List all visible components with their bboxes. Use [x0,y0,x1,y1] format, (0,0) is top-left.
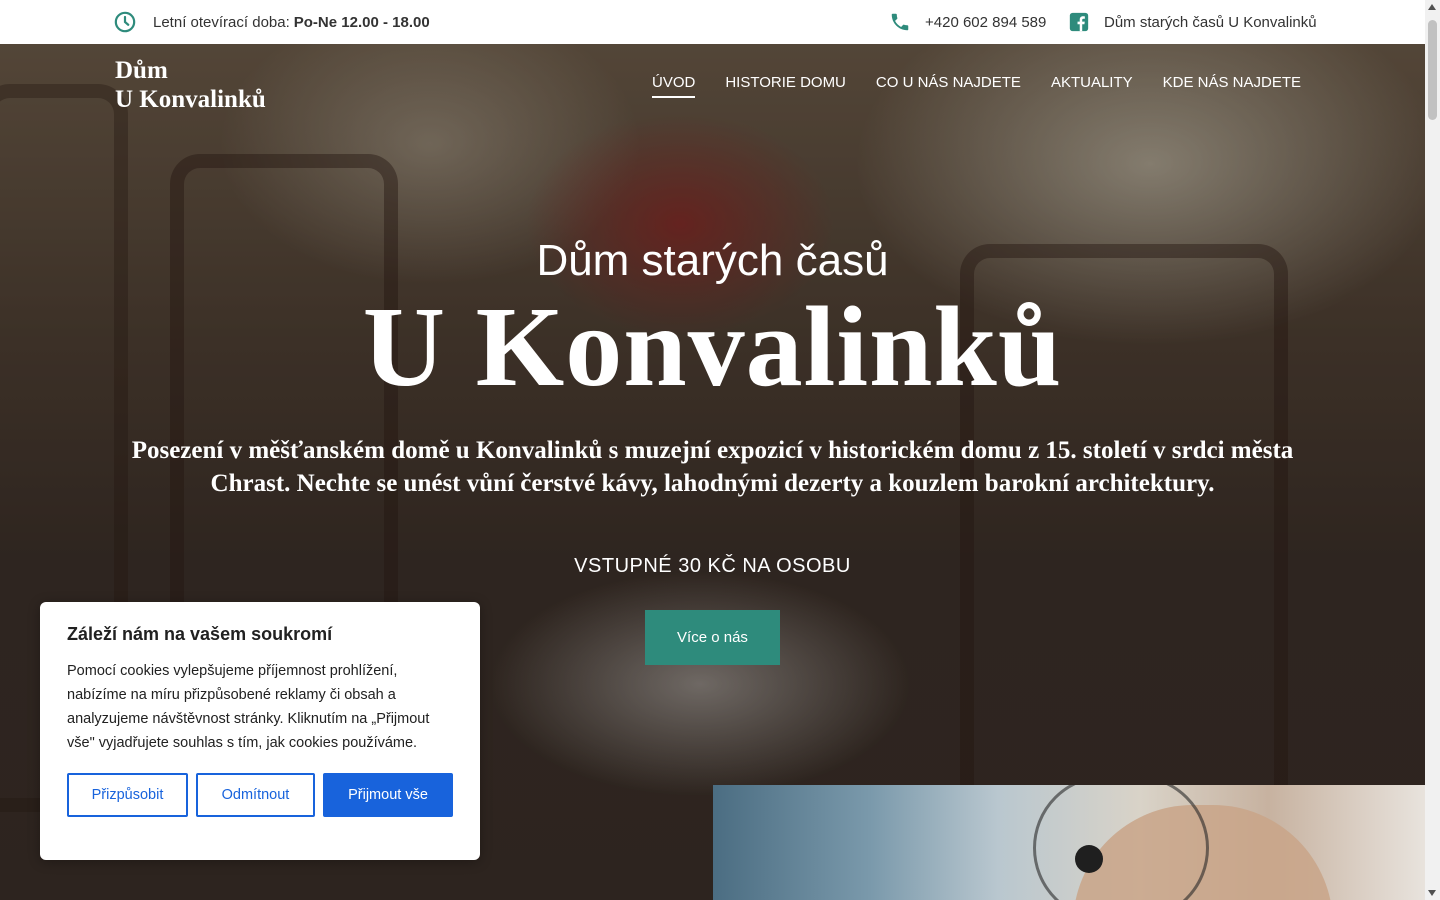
coffee-press-image [713,785,1425,900]
opening-hours-label: Letní otevírací doba: [153,13,290,31]
hero-subtitle: Dům starých časů [536,236,889,285]
cookie-reject-button[interactable]: Odmítnout [196,773,315,817]
opening-hours-value: Po-Ne 12.00 - 18.00 [293,13,430,31]
cookie-customize-button[interactable]: Přizpůsobit [67,773,188,817]
nav-item-historie-domu[interactable]: HISTORIE DOMU [725,74,846,98]
facebook-icon [1069,12,1089,32]
logo-line-2: U Konvalinků [115,86,266,113]
cookie-accept-all-button[interactable]: Přijmout vše [323,773,453,817]
cookie-title: Záleží nám na vašem soukromí [67,624,333,644]
hero-title: U Konvalinků [362,283,1063,410]
main-nav: ÚVOD HISTORIE DOMU CO U NÁS NAJDETE AKTU… [651,74,1301,98]
admission-price: VSTUPNÉ 30 KČ NA OSOBU [574,555,851,577]
logo-line-1: Dům [115,57,168,84]
scroll-up-arrow-icon[interactable] [1428,4,1436,10]
nav-item-uvod[interactable]: ÚVOD [651,74,696,98]
site-logo[interactable]: Dům U Konvalinků [115,56,266,114]
nav-item-kde-nas-najdete[interactable]: KDE NÁS NAJDETE [1163,74,1301,98]
french-press-shape [1033,785,1209,900]
opening-hours: Letní otevírací doba: Po-Ne 12.00 - 18.0… [114,0,430,44]
cookie-consent-dialog: Záleží nám na vašem soukromí Pomocí cook… [40,602,480,860]
scrollbar-thumb[interactable] [1428,20,1437,120]
scroll-down-arrow-icon[interactable] [1428,890,1436,896]
phone-icon [891,13,909,31]
nav-item-aktuality[interactable]: AKTUALITY [1051,74,1133,98]
hero-description: Posezení v měšťanském domě u Konvalinků … [131,437,1294,497]
top-info-bar: Letní otevírací doba: Po-Ne 12.00 - 18.0… [0,0,1425,44]
facebook-page-name: Dům starých časů U Konvalinků [1104,13,1317,31]
cookie-buttons: Přizpůsobit Odmítnout Přijmout vše [67,773,453,817]
cookie-text: Pomocí cookies vylepšujeme příjemnost pr… [67,663,430,751]
phone-number: +420 602 894 589 [925,13,1047,31]
clock-icon [114,11,136,33]
page-scrollbar[interactable] [1425,0,1440,900]
nav-item-co-u-nas-najdete[interactable]: CO U NÁS NAJDETE [876,74,1021,98]
press-knob-shape [1075,845,1103,873]
phone-link[interactable]: +420 602 894 589 [889,0,1046,44]
more-about-us-button[interactable]: Více o nás [645,610,780,665]
facebook-link[interactable]: Dům starých časů U Konvalinků [1068,0,1317,44]
